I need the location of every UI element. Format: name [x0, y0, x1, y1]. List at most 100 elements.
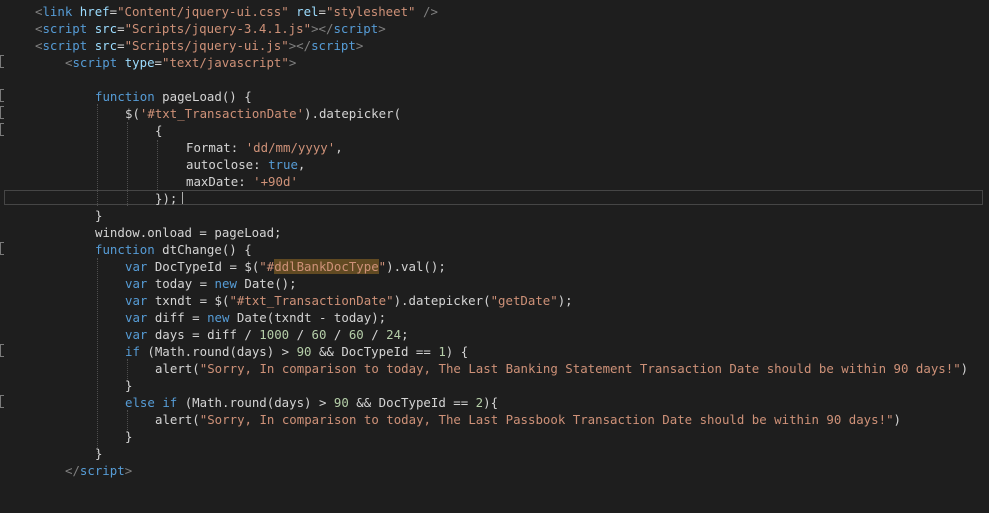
fold-marker-icon[interactable] — [0, 242, 4, 255]
code-editor[interactable]: <link href="Content/jquery-ui.css" rel="… — [0, 0, 989, 488]
code-token: href — [79, 4, 110, 19]
code-token: new — [207, 310, 230, 325]
code-token: }); — [155, 191, 178, 206]
code-token: / — [326, 327, 349, 342]
code-content: autoclose: true, — [186, 156, 305, 173]
code-token: "Sorry, In comparison to today, The Last… — [199, 361, 961, 376]
indent-guide — [97, 104, 98, 206]
current-line-highlight — [4, 190, 983, 205]
code-token: && DocTypeId == — [348, 395, 476, 410]
code-line[interactable] — [0, 71, 30, 88]
code-content: var DocTypeId = $("#ddlBankDocType").val… — [125, 258, 446, 275]
code-token: > — [288, 55, 297, 70]
code-line[interactable]: var DocTypeId = $("#ddlBankDocType").val… — [0, 258, 446, 275]
fold-marker-icon[interactable] — [0, 123, 4, 136]
code-line[interactable]: alert("Sorry, In comparison to today, Th… — [0, 411, 901, 428]
code-token: ; — [401, 327, 409, 342]
code-token: function — [95, 242, 155, 257]
code-token: function — [95, 89, 155, 104]
code-token: = — [109, 4, 118, 19]
code-content: </script> — [65, 462, 132, 479]
fold-marker-icon[interactable] — [0, 55, 4, 68]
code-token: Date(txndt - today); — [229, 310, 387, 325]
code-token: pageLoad() { — [154, 89, 252, 104]
code-token: 24 — [386, 327, 402, 342]
code-content: <script type="text/javascript"> — [65, 54, 296, 71]
code-line[interactable]: else if (Math.round(days) > 90 && DocTyp… — [0, 394, 498, 411]
code-line[interactable]: var txndt = $("#txt_TransactionDate").da… — [0, 292, 573, 309]
code-token: src — [94, 38, 118, 53]
code-line[interactable]: } — [0, 377, 132, 394]
code-token: ){ — [483, 395, 499, 410]
code-token: else — [125, 395, 155, 410]
code-content: maxDate: '+90d' — [186, 173, 298, 190]
code-token: type — [124, 55, 155, 70]
code-line[interactable]: autoclose: true, — [0, 156, 305, 173]
code-token: script — [42, 38, 88, 53]
code-token: dtChange() { — [154, 242, 252, 257]
code-token: > — [124, 463, 133, 478]
code-content: $('#txt_TransactionDate').datepicker( — [125, 105, 401, 122]
code-token: ).datepicker( — [304, 106, 402, 121]
code-line[interactable]: $('#txt_TransactionDate').datepicker( — [0, 105, 401, 122]
code-line[interactable]: </script> — [0, 462, 132, 479]
code-content: alert("Sorry, In comparison to today, Th… — [155, 411, 901, 428]
code-line[interactable]: }); — [0, 190, 177, 207]
code-line[interactable]: if (Math.round(days) > 90 && DocTypeId =… — [0, 343, 468, 360]
code-line[interactable]: <link href="Content/jquery-ui.css" rel="… — [0, 3, 438, 20]
code-token: ).datepicker( — [393, 293, 491, 308]
code-token: maxDate: — [186, 174, 254, 189]
code-line[interactable]: } — [0, 445, 102, 462]
code-token: (Math.round(days) > — [177, 395, 334, 410]
fold-marker-icon[interactable] — [0, 395, 4, 408]
code-line[interactable]: Format: 'dd/mm/yyyy', — [0, 139, 343, 156]
code-token: script — [72, 55, 118, 70]
code-token: txndt = $( — [147, 293, 230, 308]
code-token: var — [125, 276, 148, 291]
code-line[interactable]: var diff = new Date(txndt - today); — [0, 309, 386, 326]
code-token: , — [297, 157, 306, 172]
code-token: script — [79, 463, 125, 478]
code-token: 'dd/mm/yyyy' — [245, 140, 336, 155]
code-token: window.onload = pageLoad; — [95, 225, 282, 240]
code-line[interactable]: function pageLoad() { — [0, 88, 252, 105]
code-line[interactable]: <script src="Scripts/jquery-ui.js"></scr… — [0, 37, 363, 54]
code-line[interactable]: function dtChange() { — [0, 241, 252, 258]
code-content: else if (Math.round(days) > 90 && DocTyp… — [125, 394, 498, 411]
code-token: && DocTypeId == — [311, 344, 439, 359]
code-content: Format: 'dd/mm/yyyy', — [186, 139, 343, 156]
code-line[interactable]: var today = new Date(); — [0, 275, 297, 292]
code-content: }); — [155, 190, 177, 207]
code-content: function pageLoad() { — [95, 88, 252, 105]
code-token: "Scripts/jquery-3.4.1.js" — [124, 21, 312, 36]
fold-marker-icon[interactable] — [0, 106, 4, 119]
code-line[interactable]: alert("Sorry, In comparison to today, Th… — [0, 360, 968, 377]
code-line[interactable]: var days = diff / 1000 / 60 / 60 / 24; — [0, 326, 409, 343]
code-token: = — [117, 38, 125, 53]
code-line[interactable]: window.onload = pageLoad; — [0, 224, 282, 241]
code-token: 1000 — [259, 327, 290, 342]
code-content: if (Math.round(days) > 90 && DocTypeId =… — [125, 343, 468, 360]
code-token: script — [333, 21, 379, 36]
code-token: script — [311, 38, 356, 53]
code-line[interactable]: { — [0, 122, 162, 139]
code-token: 60 — [348, 327, 364, 342]
code-line[interactable]: <script type="text/javascript"> — [0, 54, 296, 71]
code-token: if — [162, 395, 178, 410]
code-token: link — [42, 4, 73, 19]
code-token: 60 — [311, 327, 327, 342]
code-token: > — [378, 21, 386, 36]
code-line[interactable]: maxDate: '+90d' — [0, 173, 298, 190]
code-token: "Scripts/jquery-ui.js" — [124, 38, 289, 53]
code-line[interactable]: } — [0, 428, 132, 445]
code-line[interactable]: <script src="Scripts/jquery-3.4.1.js"></… — [0, 20, 386, 37]
code-token: true — [268, 157, 298, 172]
fold-marker-icon[interactable] — [0, 89, 4, 102]
code-token: / — [289, 327, 312, 342]
fold-marker-icon[interactable] — [0, 344, 4, 357]
indent-guide — [127, 122, 128, 206]
code-content: window.onload = pageLoad; — [95, 224, 282, 241]
code-line[interactable]: } — [0, 207, 102, 224]
